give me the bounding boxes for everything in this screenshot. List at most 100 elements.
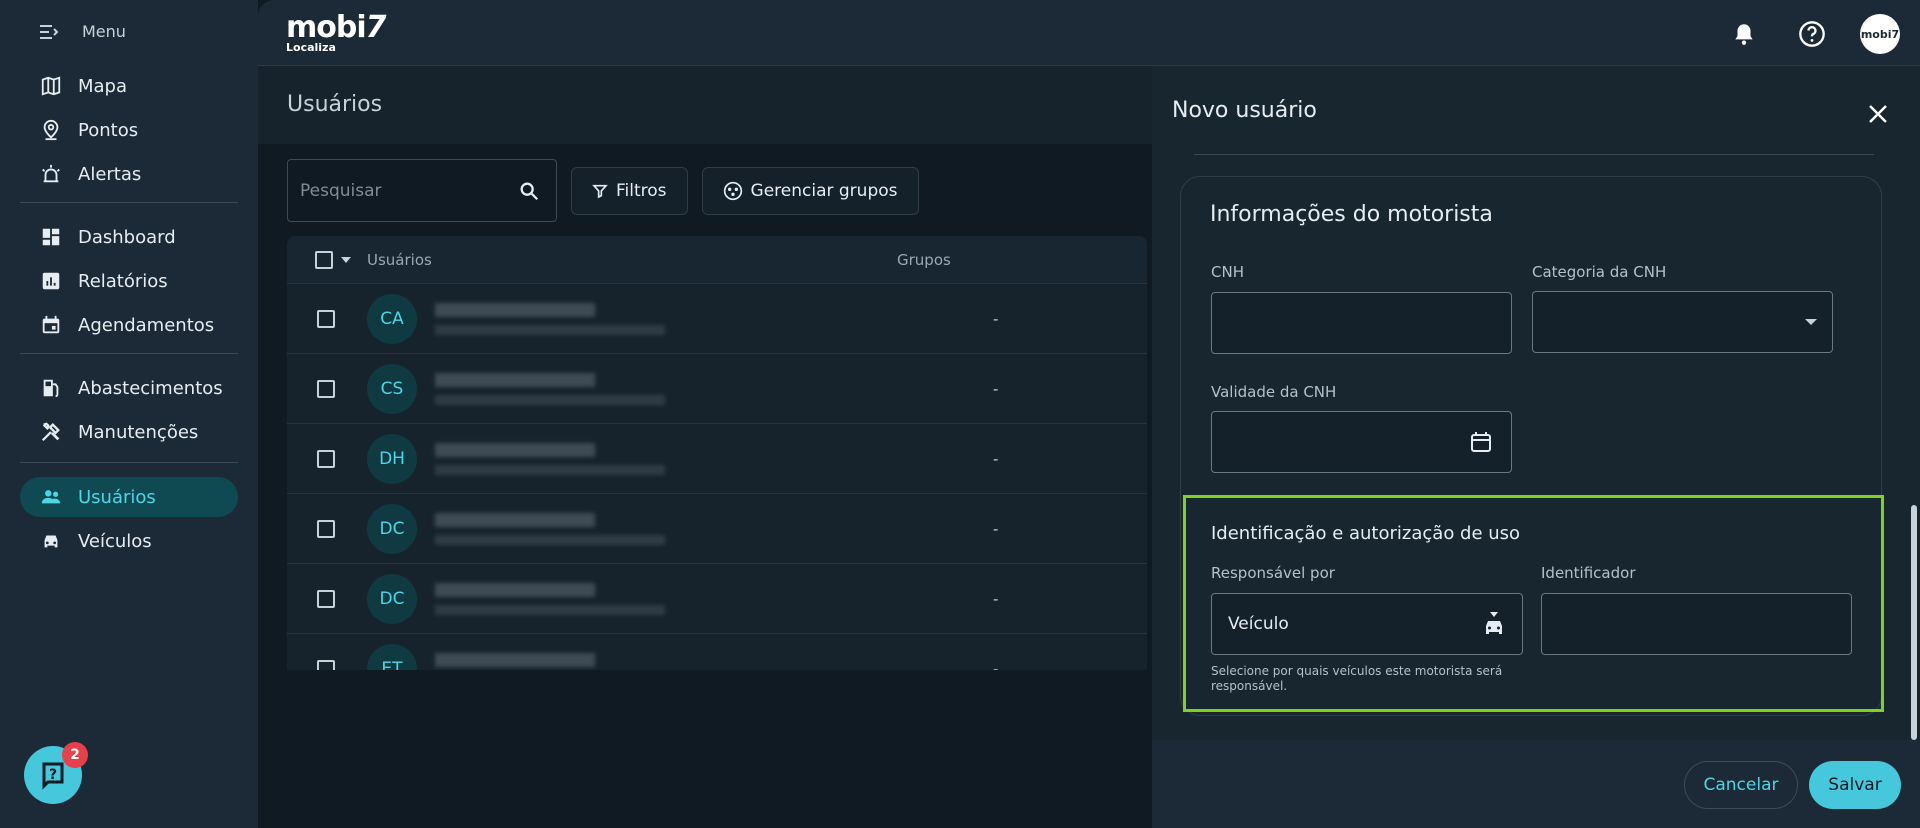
save-button[interactable]: Salvar — [1809, 761, 1901, 809]
cnh-input[interactable] — [1211, 292, 1512, 354]
page-title: Usuários — [287, 92, 383, 117]
sidebar-item-label: Relatórios — [78, 270, 168, 292]
filters-label: Filtros — [616, 180, 667, 201]
row-checkbox[interactable] — [317, 309, 335, 328]
chevron-down-icon — [1805, 319, 1817, 325]
sidebar-item-label: Usuários — [78, 486, 156, 508]
close-button[interactable] — [1864, 100, 1892, 128]
nav-divider — [20, 353, 238, 354]
avatar: DC — [367, 573, 417, 624]
groups-cell: - — [993, 379, 999, 398]
nav-divider — [20, 202, 238, 203]
user-avatar[interactable]: mobi7 — [1860, 14, 1900, 54]
table-header: Usuários Grupos — [287, 236, 1147, 284]
close-icon — [1869, 105, 1887, 123]
responsible-select[interactable]: Veículo — [1211, 593, 1523, 655]
responsible-value: Veículo — [1228, 614, 1289, 634]
row-checkbox[interactable] — [317, 379, 335, 398]
panel-scrollbar[interactable] — [1911, 505, 1917, 740]
sidebar-item-dashboard[interactable]: Dashboard — [20, 217, 238, 257]
cnh-label: CNH — [1211, 263, 1244, 281]
sidebar-item-alertas[interactable]: Alertas — [20, 154, 238, 194]
bell-icon — [1735, 24, 1753, 45]
cnh-validity-input[interactable] — [1211, 411, 1512, 473]
notification-badge: 2 — [62, 742, 88, 768]
table-row[interactable]: DC - — [287, 564, 1147, 634]
sidebar-item-label: Pontos — [78, 119, 139, 141]
sidebar-item-agendamentos[interactable]: Agendamentos — [20, 305, 238, 345]
sidebar-item-relatorios[interactable]: Relatórios — [20, 261, 238, 301]
panel-footer — [1152, 740, 1920, 828]
select-all-checkbox[interactable] — [315, 250, 333, 269]
search-input[interactable]: Pesquisar — [287, 159, 557, 222]
sidebar-item-veiculos[interactable]: Veículos — [20, 521, 238, 561]
help-circle-icon — [1799, 21, 1825, 47]
sidebar-item-label: Dashboard — [78, 226, 176, 248]
redacted-user-info — [435, 442, 665, 475]
vehicle-icon — [1486, 612, 1502, 634]
identifier-label: Identificador — [1541, 564, 1636, 582]
content-header — [258, 66, 1158, 144]
menu-toggle[interactable]: Menu — [40, 22, 126, 41]
column-header-users[interactable]: Usuários — [367, 251, 897, 269]
cancel-button[interactable]: Cancelar — [1684, 761, 1798, 809]
report-icon — [42, 272, 60, 290]
sidebar-item-manutencoes[interactable]: Manutenções — [20, 412, 238, 452]
groups-cell: - — [993, 309, 999, 328]
redacted-user-info — [435, 512, 665, 545]
sidebar-item-pontos[interactable]: Pontos — [20, 110, 238, 150]
calendar-icon[interactable] — [1469, 430, 1493, 454]
cnh-category-select[interactable] — [1532, 291, 1833, 353]
sidebar-item-label: Alertas — [78, 163, 142, 185]
identifier-input[interactable] — [1541, 593, 1852, 655]
help-button[interactable] — [1792, 14, 1832, 54]
logo-text: mobi — [286, 10, 367, 45]
column-header-groups[interactable]: Grupos — [897, 251, 1147, 269]
filters-button[interactable]: Filtros — [571, 166, 688, 215]
search-placeholder: Pesquisar — [300, 180, 382, 201]
dashboard-icon — [42, 228, 60, 246]
sidebar-item-label: Mapa — [78, 75, 128, 97]
row-checkbox[interactable] — [317, 589, 335, 608]
nav-divider — [20, 462, 238, 463]
sidebar-item-label: Veículos — [78, 530, 152, 552]
row-checkbox[interactable] — [317, 449, 335, 468]
logo: mobi7 Localiza — [286, 10, 387, 54]
table-row[interactable]: DH - — [287, 424, 1147, 494]
map-icon — [41, 76, 61, 96]
svg-text:?: ? — [49, 767, 57, 783]
notifications-button[interactable] — [1724, 14, 1764, 54]
avatar: CS — [367, 363, 417, 414]
sidebar-item-abastecimentos[interactable]: Abastecimentos — [20, 368, 238, 408]
groups-icon — [723, 181, 742, 200]
redacted-user-info — [435, 302, 665, 335]
table-row[interactable]: DC - — [287, 494, 1147, 564]
groups-cell: - — [993, 589, 999, 608]
groups-cell: - — [993, 449, 999, 468]
groups-cell: - — [993, 519, 999, 538]
table-row[interactable]: CA - — [287, 284, 1147, 354]
toolbar: Pesquisar Filtros Gerenciar grupos — [287, 159, 919, 222]
avatar: DH — [367, 433, 417, 484]
fuel-icon — [43, 379, 59, 398]
cnh-validity-label: Validade da CNH — [1211, 383, 1337, 401]
manage-groups-button[interactable]: Gerenciar grupos — [701, 166, 919, 215]
car-icon — [44, 535, 58, 548]
chevron-down-icon[interactable] — [339, 255, 353, 265]
alert-light-icon — [42, 164, 60, 183]
table-row[interactable]: CS - — [287, 354, 1147, 424]
sidebar-nav: Mapa Pontos Alertas Dashboard Relatórios… — [20, 66, 238, 565]
pin-icon — [43, 119, 59, 141]
sidebar-item-label: Manutenções — [78, 421, 199, 443]
top-bar: mobi7 Localiza mobi7 — [258, 0, 1920, 66]
tools-icon — [41, 422, 60, 442]
avatar: CA — [367, 293, 417, 344]
sidebar-item-mapa[interactable]: Mapa — [20, 66, 238, 106]
responsible-hint: Selecione por quais veículos este motori… — [1211, 664, 1503, 693]
redacted-user-info — [435, 372, 665, 405]
sidebar-item-label: Agendamentos — [78, 314, 215, 336]
people-icon — [41, 490, 61, 504]
manage-groups-label: Gerenciar grupos — [750, 180, 898, 201]
row-checkbox[interactable] — [317, 519, 335, 538]
sidebar-item-usuarios[interactable]: Usuários — [20, 477, 238, 517]
